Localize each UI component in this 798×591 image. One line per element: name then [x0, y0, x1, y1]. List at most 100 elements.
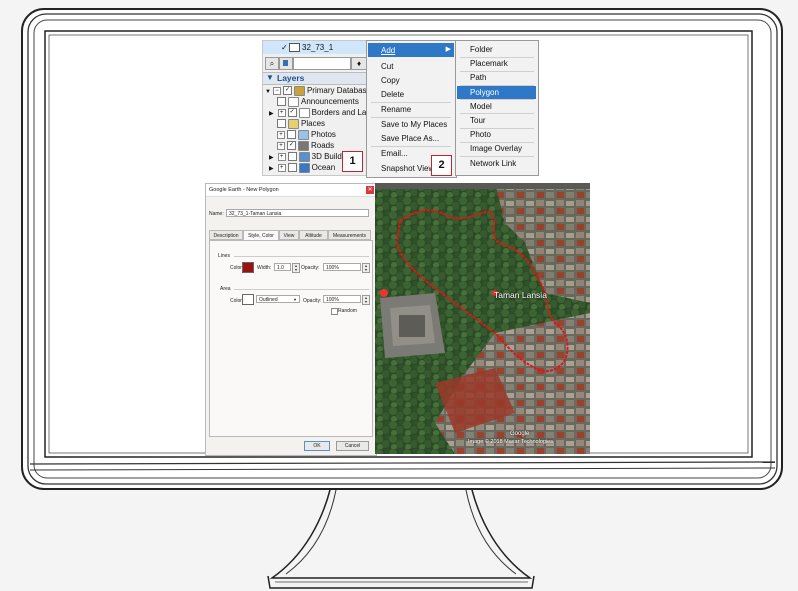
- layer-checkbox[interactable]: ✓: [287, 141, 296, 151]
- database-icon: [293, 85, 305, 96]
- expand-arrow-icon[interactable]: ▶: [269, 155, 274, 161]
- layer-label: Announcements: [301, 97, 359, 106]
- layer-item[interactable]: ▼ − ✓ Primary Database: [265, 85, 371, 96]
- submenu-item[interactable]: Photo: [470, 130, 491, 139]
- panel-toggle-icon[interactable]: [279, 57, 293, 70]
- submenu-item[interactable]: Model: [470, 102, 492, 111]
- check-icon: ✓: [281, 43, 288, 52]
- line-opacity-spinner-icon[interactable]: ▴ ▾: [362, 263, 370, 273]
- layer-checkbox[interactable]: ✓: [282, 86, 292, 96]
- menu-item[interactable]: Copy: [381, 76, 400, 85]
- roads-icon: [298, 140, 309, 151]
- layer-label: Ocean: [311, 163, 336, 172]
- search-icon[interactable]: ⌕: [265, 57, 279, 70]
- width-label: Width:: [257, 265, 272, 271]
- menu-separator: [371, 146, 451, 147]
- announcements-icon: [288, 96, 299, 107]
- expand-box-icon[interactable]: −: [272, 86, 281, 95]
- layer-item[interactable]: ▶ + ✓ Borders and Labels: [269, 107, 381, 118]
- layer-item[interactable]: + Photos: [277, 129, 336, 140]
- dropdown-arrow-icon: ▼: [293, 297, 297, 302]
- submenu-item[interactable]: Folder: [470, 45, 493, 54]
- close-icon[interactable]: ✕: [366, 186, 374, 194]
- submenu-item[interactable]: Network Link: [470, 159, 516, 168]
- layers-title: Layers: [277, 73, 305, 83]
- layer-checkbox[interactable]: [287, 152, 297, 162]
- menu-item[interactable]: Add: [381, 46, 395, 55]
- submenu-item[interactable]: Placemark: [470, 59, 508, 68]
- tab-view[interactable]: View: [279, 230, 299, 240]
- expand-arrow-icon[interactable]: ▶: [269, 111, 274, 117]
- satellite-map[interactable]: Taman Lansia Google Image © 2018 Maxar T…: [375, 183, 590, 454]
- area-opacity-field[interactable]: 100%: [323, 295, 361, 303]
- ocean-icon: [298, 162, 310, 173]
- menu-item[interactable]: Snapshot View: [381, 164, 434, 173]
- random-checkbox[interactable]: [331, 308, 338, 315]
- submenu-item[interactable]: Image Overlay: [470, 144, 522, 153]
- poi-marker-icon[interactable]: [380, 289, 388, 297]
- menu-item[interactable]: Save to My Places: [381, 120, 447, 129]
- area-opacity-label: Opacity:: [303, 298, 322, 304]
- tab-style-color[interactable]: Style, Color: [243, 230, 279, 240]
- search-input[interactable]: [293, 57, 351, 70]
- callout-1: 1: [342, 151, 363, 172]
- expand-arrow-icon[interactable]: ▼: [265, 89, 271, 95]
- menu-item[interactable]: Delete: [381, 90, 404, 99]
- expand-box-icon[interactable]: +: [277, 163, 286, 172]
- layers-header[interactable]: ▼ Layers: [263, 72, 371, 85]
- area-mode-value: Outlined: [259, 297, 278, 303]
- area-mode-select[interactable]: Outlined ▼: [256, 295, 300, 303]
- expand-box-icon[interactable]: +: [277, 108, 286, 117]
- ok-button[interactable]: OK: [304, 441, 330, 451]
- map-imagery: [375, 183, 590, 454]
- line-opacity-field[interactable]: 100%: [323, 263, 361, 271]
- area-color-swatch[interactable]: [242, 294, 254, 305]
- menu-separator: [460, 70, 534, 72]
- lines-section-label: Lines: [218, 253, 230, 259]
- submenu-item[interactable]: Polygon: [470, 88, 499, 97]
- menu-separator: [371, 117, 451, 118]
- expand-box-icon[interactable]: +: [277, 152, 286, 161]
- building-courtyard: [399, 315, 425, 337]
- layer-item[interactable]: Announcements: [277, 96, 359, 107]
- expand-box-icon[interactable]: +: [277, 141, 285, 150]
- layer-item[interactable]: + ✓ Roads: [277, 140, 334, 151]
- menu-item[interactable]: Cut: [381, 62, 393, 71]
- random-label: Random: [338, 308, 357, 314]
- width-field[interactable]: 1.0: [274, 263, 291, 271]
- line-color-swatch[interactable]: [242, 262, 254, 273]
- layer-label: Photos: [311, 130, 336, 139]
- submenu-item[interactable]: Tour: [470, 116, 486, 125]
- folder-icon: [289, 43, 300, 52]
- expand-arrow-icon[interactable]: ▶: [269, 166, 274, 172]
- area-section-label: Area: [220, 286, 231, 292]
- expand-box-icon[interactable]: +: [277, 130, 285, 139]
- tab-description[interactable]: Description: [209, 230, 243, 240]
- selected-place-row[interactable]: ✓ 32_73_1: [263, 41, 371, 54]
- width-spinner-icon[interactable]: ▴ ▾: [292, 263, 300, 273]
- layer-checkbox[interactable]: [287, 163, 297, 173]
- tab-altitude[interactable]: Altitude: [299, 230, 328, 240]
- layer-item[interactable]: Places: [277, 118, 325, 129]
- layer-label: Roads: [311, 141, 335, 150]
- callout-2: 2: [431, 155, 452, 176]
- layer-checkbox[interactable]: [277, 119, 286, 129]
- road-top: [375, 183, 590, 189]
- menu-item[interactable]: Email...: [381, 149, 408, 158]
- layer-checkbox[interactable]: [277, 97, 286, 107]
- layer-checkbox[interactable]: ✓: [287, 108, 297, 118]
- menu-item[interactable]: Rename: [381, 105, 411, 114]
- move-up-icon[interactable]: ♦: [351, 57, 367, 70]
- name-field[interactable]: 32_73_1-Taman Lansia: [226, 209, 369, 217]
- layer-checkbox[interactable]: [287, 130, 296, 140]
- submenu-item[interactable]: Path: [470, 73, 486, 82]
- cancel-button[interactable]: Cancel: [336, 441, 369, 451]
- area-opacity-spinner-icon[interactable]: ▴ ▾: [362, 295, 370, 305]
- layer-label: Places: [301, 119, 326, 128]
- lines-divider: [234, 256, 369, 257]
- layer-item[interactable]: ▶ + Ocean: [269, 162, 335, 173]
- dialog-titlebar: Google Earth - New Polygon ✕: [206, 184, 376, 197]
- menu-item[interactable]: Save Place As...: [381, 134, 439, 143]
- tab-measurements[interactable]: Measurements: [328, 230, 371, 240]
- menu-separator: [460, 99, 534, 101]
